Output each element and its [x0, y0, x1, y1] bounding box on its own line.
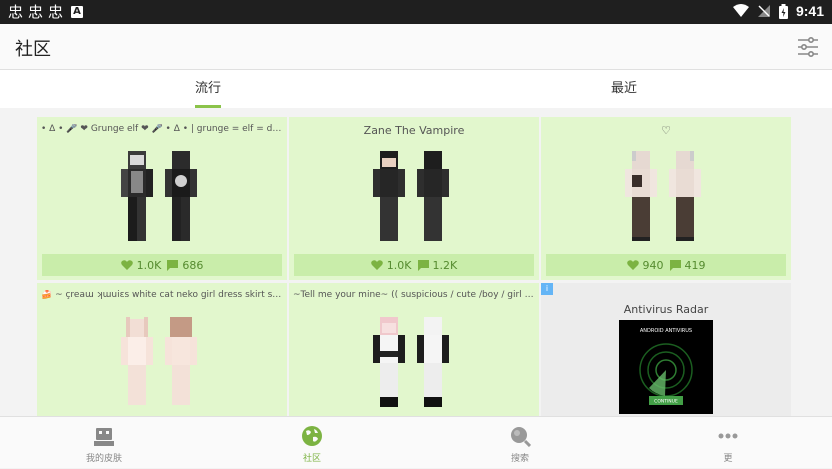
comments-count: 419 — [684, 258, 706, 272]
a-badge-icon: A — [71, 6, 84, 18]
notification-glyph: 忠 — [48, 3, 64, 21]
globe-icon — [302, 426, 322, 446]
likes-stat[interactable]: 1.0K — [370, 258, 412, 272]
heart-icon — [626, 259, 639, 270]
nav-more[interactable]: 更 — [624, 417, 832, 469]
skin-preview — [373, 151, 449, 241]
battery-icon — [778, 3, 788, 19]
skin-preview — [373, 317, 449, 407]
comment-icon — [669, 259, 681, 271]
skin-preview — [121, 151, 197, 241]
nav-label: 更 — [723, 454, 733, 464]
more-icon — [718, 433, 738, 439]
likes-count: 1.0K — [386, 258, 412, 272]
likes-count: 940 — [642, 258, 664, 272]
tab-bar: 流行 最近 — [0, 70, 832, 108]
card-title: 🍰 ~ çreaɯ ʞɯuiεs white cat neko girl dre… — [41, 290, 283, 300]
ad-image[interactable]: ANDROID ANTIVIRUS CONTINUE — [619, 320, 713, 414]
clock: 9:41 — [795, 3, 824, 19]
card-title: ♡ — [661, 124, 671, 137]
heart-icon — [370, 259, 383, 270]
no-signal-icon — [757, 5, 770, 17]
bottom-nav: 我的皮肤 社区 搜索 更 — [0, 416, 832, 468]
filter-button[interactable] — [796, 36, 820, 58]
robot-icon — [94, 428, 114, 446]
skin-card[interactable]: Zane The Vampire 1.0K 1.2K — [289, 117, 539, 280]
nav-label: 搜索 — [510, 454, 529, 464]
comment-icon — [417, 259, 429, 271]
comments-stat[interactable]: 1.2K — [417, 258, 458, 272]
skin-card[interactable]: ~Tell me your mine~ (( suspicious / cute… — [289, 283, 539, 416]
notification-glyph: 忠 — [28, 3, 44, 21]
skin-preview — [121, 317, 197, 405]
ad-image-heading: ANDROID ANTIVIRUS — [640, 328, 692, 334]
card-stats: 1.0K 1.2K — [294, 254, 534, 276]
skin-card[interactable]: 🍰 ~ çreaɯ ʞɯuiεs white cat neko girl dre… — [37, 283, 287, 416]
ad-card[interactable]: i Antivirus Radar ANDROID ANTIVIRUS CONT… — [541, 283, 791, 416]
comments-count: 686 — [182, 258, 204, 272]
app-bar: 社区 — [0, 24, 832, 70]
comments-stat[interactable]: 419 — [669, 258, 706, 272]
comments-count: 1.2K — [432, 258, 458, 272]
notification-glyph: 忠 — [8, 3, 24, 21]
card-title: ~Tell me your mine~ (( suspicious / cute… — [293, 290, 535, 300]
status-bar: 忠 忠 忠 A 9:41 — [0, 0, 832, 24]
comment-icon — [167, 259, 179, 271]
tune-icon — [798, 36, 818, 58]
heart-icon — [120, 259, 133, 270]
likes-stat[interactable]: 1.0K — [120, 258, 162, 272]
ad-title: Antivirus Radar — [623, 303, 709, 316]
likes-stat[interactable]: 940 — [626, 258, 664, 272]
nav-label: 社区 — [302, 454, 321, 464]
skin-preview — [625, 151, 701, 241]
status-notifications: 忠 忠 忠 A — [8, 3, 84, 21]
tab-label: 最近 — [610, 81, 637, 96]
tab-indicator — [195, 105, 221, 108]
skin-card[interactable]: ♡ 940 419 — [541, 117, 791, 280]
nav-label: 我的皮肤 — [85, 454, 122, 464]
search-icon — [511, 427, 531, 447]
ad-info-icon[interactable]: i — [541, 283, 553, 295]
card-stats: 1.0K 686 — [42, 254, 282, 276]
card-title: Zane The Vampire — [363, 124, 465, 137]
status-indicators: 9:41 — [732, 3, 824, 19]
card-stats: 940 419 — [546, 254, 786, 276]
nav-search[interactable]: 搜索 — [416, 417, 624, 469]
tab-label: 流行 — [194, 81, 221, 96]
nav-community[interactable]: 社区 — [208, 417, 416, 469]
wifi-icon — [732, 4, 749, 17]
likes-count: 1.0K — [136, 258, 162, 272]
ad-image-button: CONTINUE — [654, 399, 678, 405]
skin-grid: • Δ • 🎤 ❤ Grunge elf ❤ 🎤 • Δ • | grunge … — [37, 117, 791, 416]
nav-my-skins[interactable]: 我的皮肤 — [0, 417, 208, 469]
card-title: • Δ • 🎤 ❤ Grunge elf ❤ 🎤 • Δ • | grunge … — [41, 124, 283, 134]
page-title: 社区 — [15, 39, 51, 60]
skin-card[interactable]: • Δ • 🎤 ❤ Grunge elf ❤ 🎤 • Δ • | grunge … — [37, 117, 287, 280]
tab-recent[interactable]: 最近 — [564, 70, 684, 108]
comments-stat[interactable]: 686 — [167, 259, 203, 272]
tab-popular[interactable]: 流行 — [148, 70, 268, 108]
